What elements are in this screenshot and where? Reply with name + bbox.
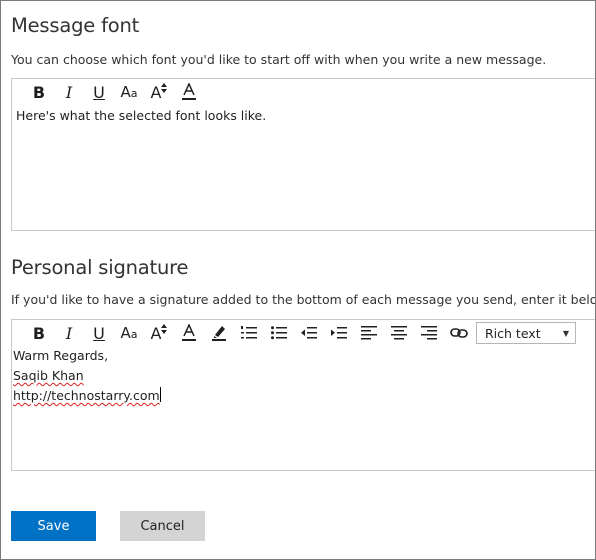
insert-link-button[interactable] (444, 321, 474, 345)
signature-line: Warm Regards, (13, 348, 109, 363)
highlight-button[interactable] (204, 321, 234, 345)
signature-content[interactable]: Warm Regards, Saqib Khan http://technost… (13, 346, 595, 406)
grow-font-icon: A (151, 323, 168, 343)
message-font-toolbar: B I U Aa A (12, 79, 595, 105)
bulleted-list-icon (271, 326, 287, 340)
italic-button[interactable]: I (54, 80, 84, 104)
grow-font-icon: A (151, 82, 168, 102)
personal-signature-description: If you'd like to have a signature added … (11, 292, 596, 307)
grow-font-button[interactable]: A (144, 321, 174, 345)
personal-signature-heading: Personal signature (11, 256, 189, 279)
chevron-down-icon: ▼ (562, 328, 569, 338)
message-font-heading: Message font (11, 14, 140, 37)
bulleted-list-button[interactable] (264, 321, 294, 345)
text-caret (159, 387, 161, 402)
font-color-button[interactable] (174, 80, 204, 104)
align-right-button[interactable] (414, 321, 444, 345)
link-icon (450, 328, 468, 338)
increase-indent-button[interactable] (324, 321, 354, 345)
signature-toolbar: B I U Aa A Rich text ▼ (12, 320, 595, 346)
numbered-list-icon (241, 326, 257, 339)
signature-line: http://technostarry.com (13, 387, 161, 403)
font-color-button[interactable] (174, 321, 204, 345)
bold-button[interactable]: B (24, 321, 54, 345)
font-color-icon (182, 83, 196, 100)
decrease-indent-button[interactable] (294, 321, 324, 345)
align-right-icon (421, 326, 437, 340)
signature-line: Saqib Khan (13, 368, 84, 383)
font-size-icon: Aa (120, 83, 138, 101)
align-center-button[interactable] (384, 321, 414, 345)
font-preview-text: Here's what the selected font looks like… (16, 108, 267, 123)
message-font-editor[interactable]: B I U Aa A Here's what the selected font… (11, 78, 595, 231)
align-left-icon (361, 326, 377, 340)
underline-button[interactable]: U (84, 80, 114, 104)
font-color-icon (182, 324, 196, 341)
increase-indent-icon (331, 327, 347, 339)
align-left-button[interactable] (354, 321, 384, 345)
numbered-list-button[interactable] (234, 321, 264, 345)
signature-editor[interactable]: B I U Aa A Rich text ▼ Warm Regards, Saq… (11, 319, 595, 471)
underline-button[interactable]: U (84, 321, 114, 345)
italic-button[interactable]: I (54, 321, 84, 345)
align-center-icon (391, 326, 407, 340)
font-size-icon: Aa (120, 324, 138, 342)
save-button[interactable]: Save (11, 511, 96, 541)
font-size-button[interactable]: Aa (114, 321, 144, 345)
highlight-icon (212, 326, 226, 341)
message-font-description: You can choose which font you'd like to … (11, 52, 547, 67)
options-panel: Message font You can choose which font y… (0, 0, 596, 560)
format-mode-select[interactable]: Rich text ▼ (476, 322, 576, 344)
bold-button[interactable]: B (24, 80, 54, 104)
format-mode-value: Rich text (485, 325, 541, 341)
grow-font-button[interactable]: A (144, 80, 174, 104)
cancel-button[interactable]: Cancel (120, 511, 205, 541)
decrease-indent-icon (301, 327, 317, 339)
font-size-button[interactable]: Aa (114, 80, 144, 104)
